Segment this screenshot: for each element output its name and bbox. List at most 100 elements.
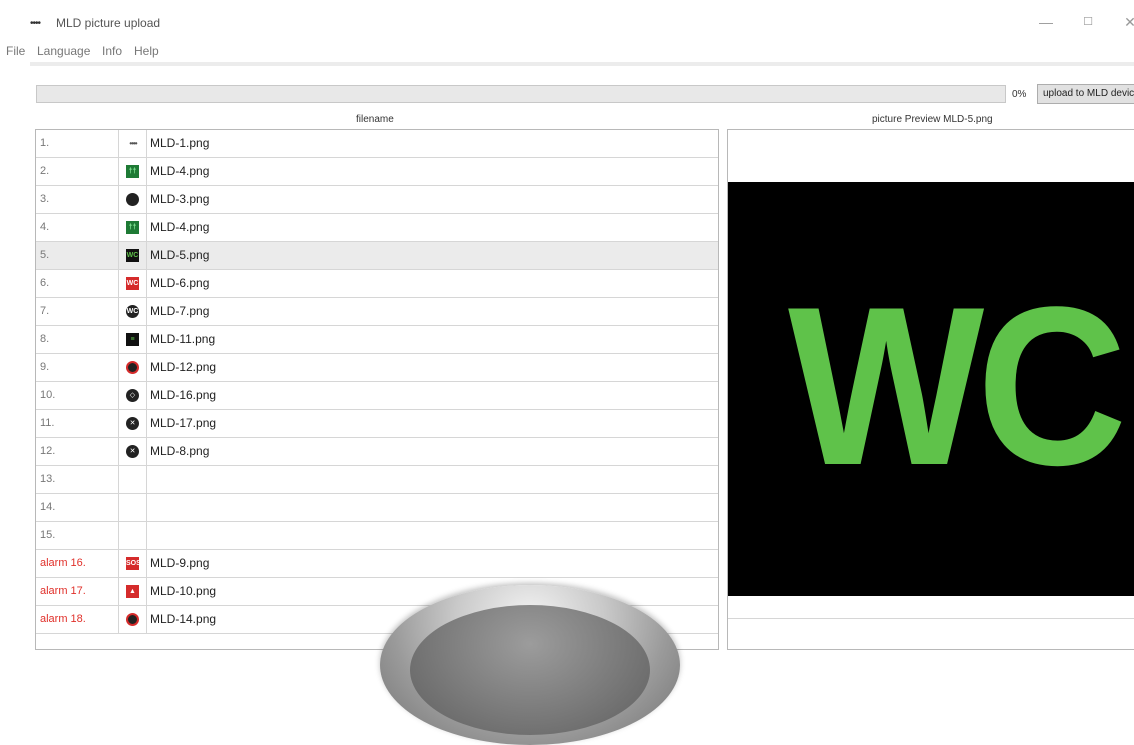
row-icon-cell: †† <box>120 214 147 241</box>
maximize-button[interactable]: ☐ <box>1076 12 1100 32</box>
upload-progress-bar <box>36 85 1006 103</box>
table-row[interactable]: 2. †† MLD-4.png <box>36 158 718 186</box>
menu-help[interactable]: Help <box>134 44 159 58</box>
row-filename: MLD-16.png <box>150 388 217 402</box>
row-icon-cell <box>120 466 147 493</box>
row-slot-label: 2. <box>36 158 119 185</box>
row-slot-label: 9. <box>36 354 119 381</box>
row-filename: MLD-4.png <box>150 220 210 234</box>
wc-circle-icon: WC <box>126 305 139 318</box>
row-filename: MLD-4.png <box>150 164 210 178</box>
row-filename: MLD-5.png <box>150 248 210 262</box>
table-row[interactable]: 12. ✕ MLD-8.png <box>36 438 718 466</box>
row-slot-label: 1. <box>36 130 119 157</box>
row-slot-label: 5. <box>36 242 119 269</box>
people-icon: †† <box>126 221 139 234</box>
row-icon-cell: •••• <box>120 130 147 157</box>
row-icon-cell: †† <box>120 158 147 185</box>
table-row[interactable]: 9. MLD-12.png <box>36 354 718 382</box>
row-icon-cell <box>120 494 147 521</box>
menu-info[interactable]: Info <box>102 44 122 58</box>
table-row[interactable]: 1. •••• MLD-1.png <box>36 130 718 158</box>
row-filename: MLD-17.png <box>150 416 217 430</box>
menu-language[interactable]: Language <box>37 44 90 58</box>
file-list: 1. •••• MLD-1.png 2. †† MLD-4.png 3. MLD-3.png 4… <box>35 129 719 650</box>
table-row[interactable]: 15. <box>36 522 718 550</box>
knob-inner <box>410 605 650 735</box>
row-filename: MLD-7.png <box>150 304 210 318</box>
menu-divider <box>30 62 1134 66</box>
x-circle-icon: ✕ <box>126 445 139 458</box>
sos-icon: SOS <box>126 557 139 570</box>
row-slot-label: 14. <box>36 494 119 521</box>
arrows-icon: ◇ <box>126 389 139 402</box>
minimize-button[interactable]: — <box>1034 12 1058 32</box>
row-icon-cell <box>120 354 147 381</box>
row-slot-label: 15. <box>36 522 119 549</box>
table-row[interactable]: alarm 16. SOS MLD-9.png <box>36 550 718 578</box>
row-filename: MLD-12.png <box>150 360 217 374</box>
table-row[interactable]: 10. ◇ MLD-16.png <box>36 382 718 410</box>
row-slot-label: 4. <box>36 214 119 241</box>
row-filename: MLD-6.png <box>150 276 210 290</box>
row-icon-cell: WC <box>120 298 147 325</box>
row-slot-label: 8. <box>36 326 119 353</box>
row-filename: MLD-10.png <box>150 584 217 598</box>
table-row[interactable]: 5. WC MLD-5.png <box>36 242 718 270</box>
wc-icon: WC <box>126 249 139 262</box>
row-icon-cell: SOS <box>120 550 147 577</box>
row-slot-label: alarm 18. <box>36 606 119 633</box>
row-filename: MLD-8.png <box>150 444 210 458</box>
dots-icon: •••• <box>129 139 137 148</box>
table-row[interactable]: 8. ≡ MLD-11.png <box>36 326 718 354</box>
row-slot-label: 3. <box>36 186 119 213</box>
row-slot-label: 11. <box>36 410 119 437</box>
row-icon-cell: WC <box>120 242 147 269</box>
row-icon-cell <box>120 606 147 633</box>
table-row[interactable]: 4. †† MLD-4.png <box>36 214 718 242</box>
table-row[interactable]: 14. <box>36 494 718 522</box>
wc-red-icon: WC <box>126 277 139 290</box>
row-icon-cell: ◇ <box>120 382 147 409</box>
ring-icon <box>126 193 139 206</box>
window-title: MLD picture upload <box>56 16 161 30</box>
table-row[interactable]: 7. WC MLD-7.png <box>36 298 718 326</box>
row-slot-label: 10. <box>36 382 119 409</box>
title-bar: •••• MLD picture upload — ☐ ✕ <box>0 0 1134 40</box>
filename-header: filename <box>356 114 394 125</box>
table-row[interactable]: 13. <box>36 466 718 494</box>
row-filename: MLD-14.png <box>150 612 217 626</box>
picture-preview: WC <box>727 129 1134 650</box>
preview-header: picture Preview MLD-5.png <box>872 114 993 125</box>
row-icon-cell: ✕ <box>120 438 147 465</box>
row-slot-label: 13. <box>36 466 119 493</box>
row-icon-cell: ▲ <box>120 578 147 605</box>
row-slot-label: alarm 16. <box>36 550 119 577</box>
row-filename: MLD-9.png <box>150 556 210 570</box>
row-icon-cell: ✕ <box>120 410 147 437</box>
fire-icon: ▲ <box>126 585 139 598</box>
progress-percent: 0% <box>1012 89 1027 100</box>
row-slot-label: 6. <box>36 270 119 297</box>
table-row[interactable]: 11. ✕ MLD-17.png <box>36 410 718 438</box>
row-slot-label: alarm 17. <box>36 578 119 605</box>
table-row[interactable]: 6. WC MLD-6.png <box>36 270 718 298</box>
preview-image: WC <box>728 182 1134 596</box>
people-icon: †† <box>126 165 139 178</box>
row-filename: MLD-1.png <box>150 136 210 150</box>
cross-circle-icon: ✕ <box>126 417 139 430</box>
menu-file[interactable]: File <box>6 44 25 58</box>
preview-wc-text: WC <box>788 259 1127 512</box>
preview-divider <box>728 618 1134 619</box>
row-slot-label: 7. <box>36 298 119 325</box>
row-filename: MLD-11.png <box>150 332 216 346</box>
row-icon-cell: ≡ <box>120 326 147 353</box>
table-row[interactable]: 3. MLD-3.png <box>36 186 718 214</box>
alarm-circle-icon <box>126 613 139 626</box>
close-button[interactable]: ✕ <box>1118 12 1134 32</box>
upload-button[interactable]: upload to MLD device <box>1037 84 1134 104</box>
toolbar: 0% upload to MLD device <box>0 84 1134 106</box>
row-filename: MLD-3.png <box>150 192 210 206</box>
red-circle-icon <box>126 361 139 374</box>
row-icon-cell <box>120 186 147 213</box>
